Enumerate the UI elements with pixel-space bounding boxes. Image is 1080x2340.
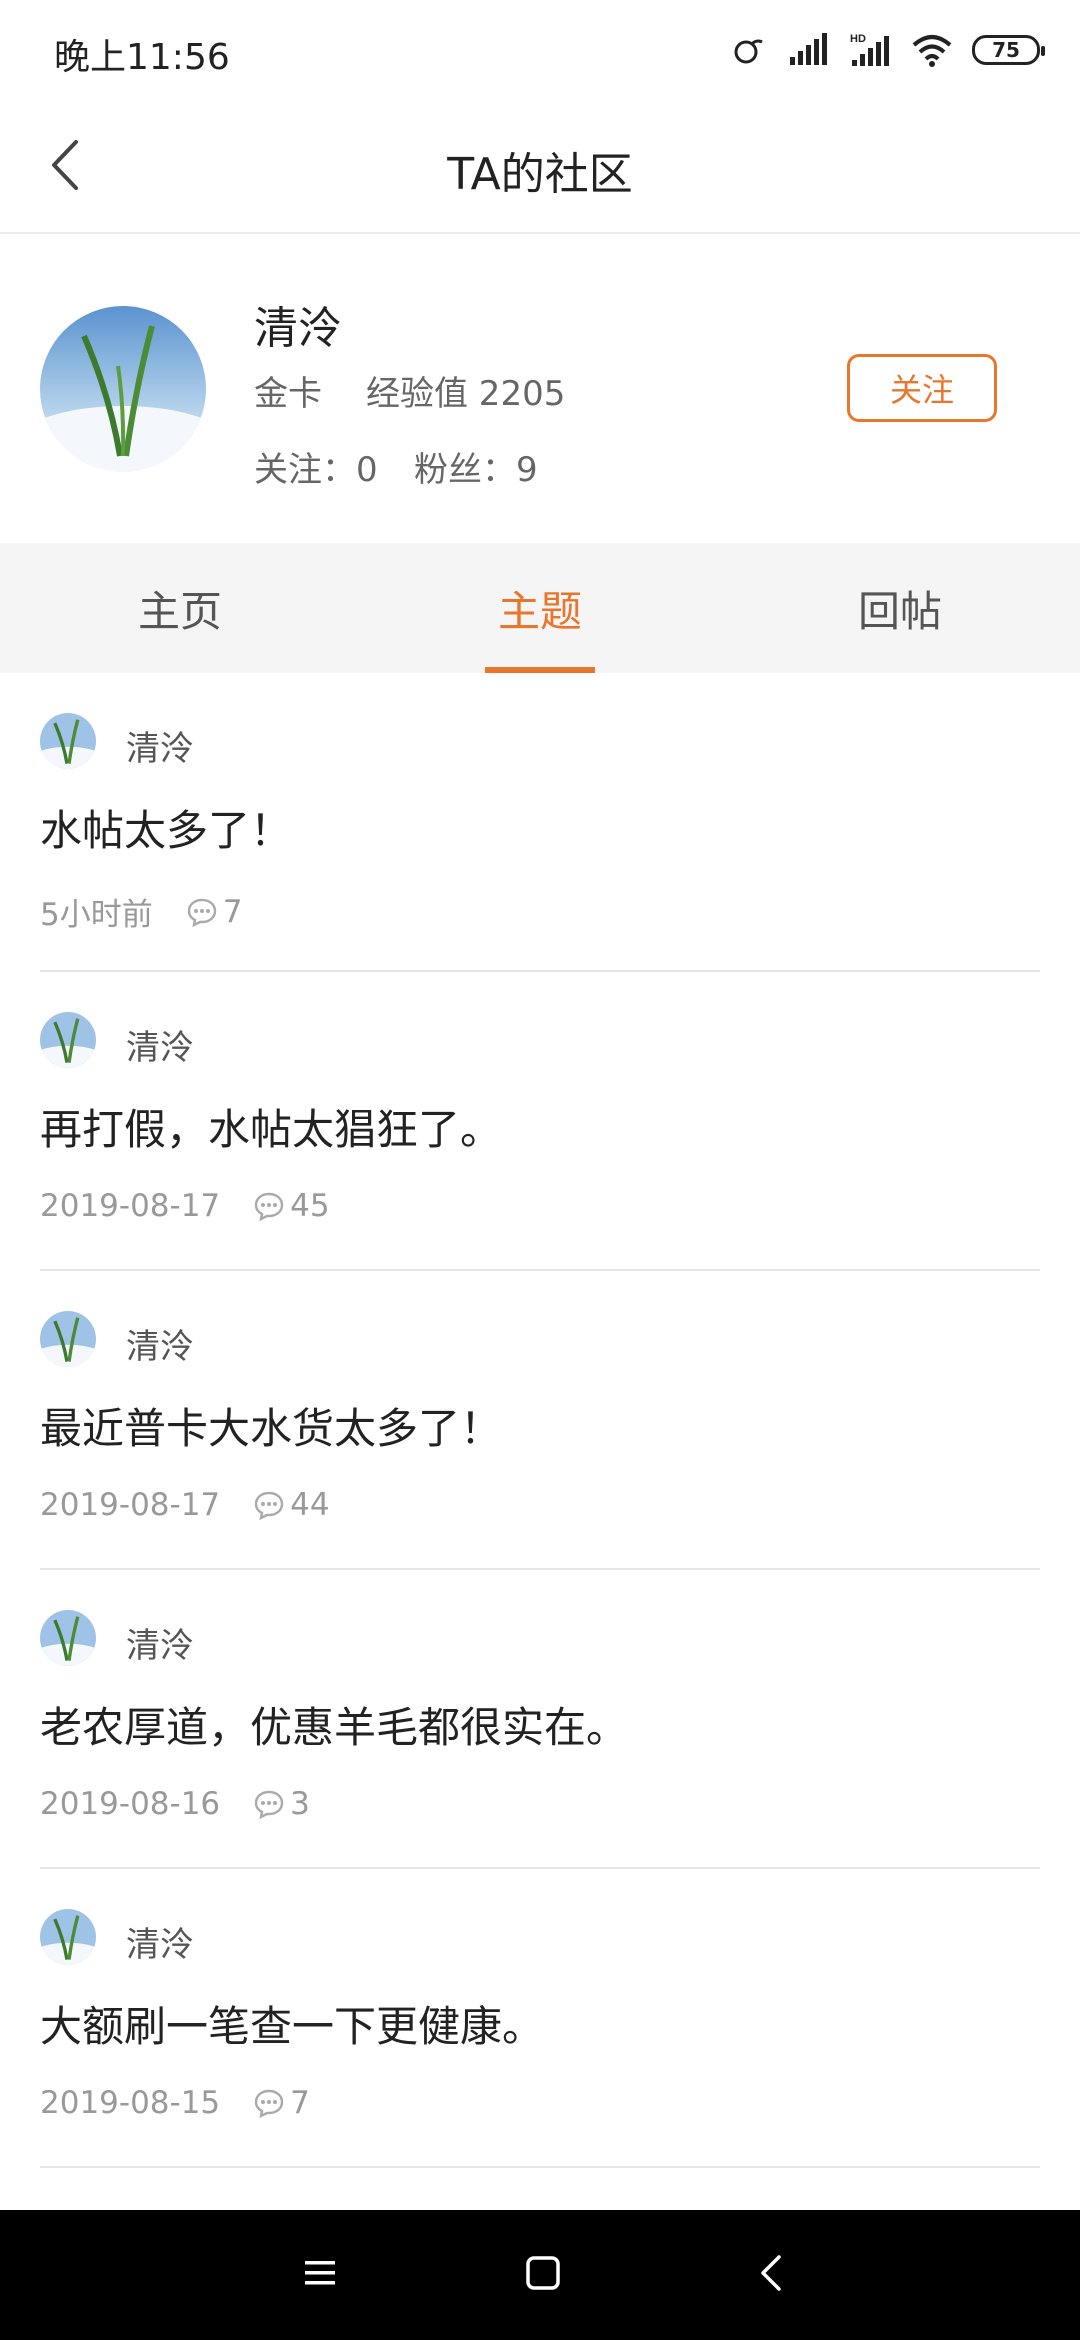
status-time: 晚上11:56: [54, 37, 230, 78]
signal-icon: [788, 33, 830, 67]
post-title[interactable]: 最近普卡大水货太多了！: [40, 1395, 502, 1456]
tab-topics[interactable]: 主题: [360, 543, 720, 673]
comment-count: 7: [222, 893, 243, 930]
post-author: 清泠: [126, 1327, 194, 1367]
tab-home[interactable]: 主页: [0, 543, 360, 673]
avatar[interactable]: [40, 1909, 96, 1965]
wifi-icon: [912, 33, 952, 67]
post-date: 2019-08-15: [40, 2085, 221, 2121]
post-date: 2019-08-17: [40, 1487, 221, 1523]
post-meta: 2019-08-15 7: [40, 2085, 310, 2121]
list-item[interactable]: 清泠 水帖太多了！ 5小时前 7: [40, 673, 1040, 972]
tab-bar: 主页 主题 回帖: [0, 543, 1080, 673]
following-count[interactable]: 关注：0: [254, 442, 378, 491]
system-back-button[interactable]: [741, 2245, 801, 2305]
member-level: 金卡: [254, 374, 322, 414]
svg-text:HD: HD: [850, 33, 866, 45]
fans-count[interactable]: 粉丝：9: [414, 442, 538, 491]
menu-button[interactable]: [290, 2245, 350, 2305]
post-author: 清泠: [126, 1925, 194, 1965]
avatar[interactable]: [40, 1311, 96, 1367]
comment-icon: [254, 1191, 284, 1221]
home-square-icon: [525, 2255, 561, 2295]
post-meta: 2019-08-17 44: [40, 1487, 330, 1523]
post-meta: 2019-08-16 3: [40, 1786, 310, 1822]
post-meta: 5小时前 7: [40, 889, 242, 934]
comment-count: 44: [290, 1487, 330, 1523]
post-meta: 2019-08-17 45: [40, 1188, 330, 1224]
comment-count: 45: [290, 1188, 330, 1224]
comment-icon: [254, 2088, 284, 2118]
profile-name: 清泠: [254, 303, 342, 354]
post-list: 清泠 水帖太多了！ 5小时前 7 清泠 再打假，水帖太猖狂了。 2019-08-…: [0, 673, 1080, 2168]
post-date: 5小时前: [40, 897, 153, 933]
avatar[interactable]: [40, 306, 206, 472]
app-header: TA的社区: [0, 100, 1080, 234]
tab-replies[interactable]: 回帖: [720, 543, 1080, 673]
post-author: 清泠: [126, 1028, 194, 1068]
post-title[interactable]: 再打假，水帖太猖狂了。: [40, 1096, 502, 1157]
page-title: TA的社区: [447, 149, 633, 200]
comment-icon: [254, 1789, 284, 1819]
profile-card: 清泠 金卡 经验值 2205 关注：0 粉丝：9 关注: [0, 236, 1080, 542]
back-icon: [759, 2254, 783, 2296]
follow-button[interactable]: 关注: [847, 354, 997, 422]
avatar[interactable]: [40, 713, 96, 769]
experience-value: 经验值 2205: [366, 374, 566, 414]
system-nav-bar: [0, 2210, 1080, 2340]
list-item[interactable]: 清泠 再打假，水帖太猖狂了。 2019-08-17 45: [40, 972, 1040, 1271]
list-item[interactable]: 清泠 大额刷一笔查一下更健康。 2019-08-15 7: [40, 1869, 1040, 2168]
avatar[interactable]: [40, 1012, 96, 1068]
post-date: 2019-08-17: [40, 1188, 221, 1224]
home-button[interactable]: [513, 2245, 573, 2305]
post-title[interactable]: 水帖太多了！: [40, 797, 292, 858]
list-item[interactable]: 清泠 最近普卡大水货太多了！ 2019-08-17 44: [40, 1271, 1040, 1570]
comment-count: 3: [290, 1786, 310, 1822]
post-title[interactable]: 老农厚道，优惠羊毛都很实在。: [40, 1694, 628, 1755]
post-title[interactable]: 大额刷一笔查一下更健康。: [40, 1993, 544, 2054]
list-item[interactable]: 清泠 老农厚道，优惠羊毛都很实在。 2019-08-16 3: [40, 1570, 1040, 1869]
comment-count: 7: [290, 2085, 310, 2121]
hd-signal-icon: HD: [850, 32, 892, 68]
battery-icon: 75: [972, 35, 1045, 65]
post-date: 2019-08-16: [40, 1786, 221, 1822]
menu-icon: [303, 2258, 337, 2292]
status-bar: 晚上11:56 HD 75: [0, 0, 1080, 100]
comment-icon: [187, 897, 217, 927]
post-author: 清泠: [126, 729, 194, 769]
post-author: 清泠: [126, 1626, 194, 1666]
comment-icon: [254, 1490, 284, 1520]
avatar[interactable]: [40, 1610, 96, 1666]
status-icons: HD 75: [732, 28, 1045, 72]
link-icon: [732, 32, 768, 68]
